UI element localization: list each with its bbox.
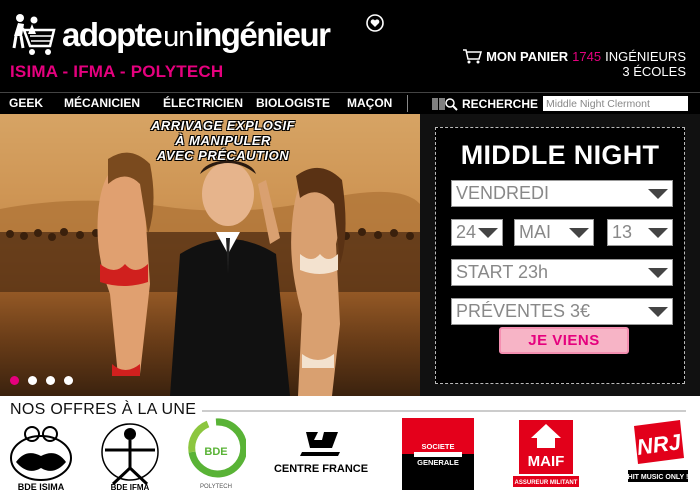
date-month-select[interactable]: MAI (514, 219, 594, 246)
nav-item-biologiste[interactable]: BIOLOGISTE (256, 93, 330, 114)
presale-value: PRÉVENTES 3€ (456, 301, 591, 321)
logo-word-un: un (163, 21, 194, 53)
sponsor-maif-tagline: ASSUREUR MILITANT (515, 480, 578, 486)
day-select[interactable]: VENDREDI (451, 180, 673, 207)
sponsor-maif-logo[interactable]: MAIF ASSUREUR MILITANT (511, 418, 581, 493)
sponsor-maif-label: MAIF (528, 453, 565, 470)
carousel-dot-3[interactable] (46, 376, 55, 385)
date-day-select[interactable]: 24 (451, 219, 503, 246)
cart-couple-icon (12, 14, 56, 55)
tagline-line-2: À MANIPULER (175, 133, 271, 148)
cart-count: 1745 (572, 48, 602, 64)
date-day-value: 24 (456, 222, 477, 242)
nav-item-macon[interactable]: MAÇON (347, 93, 392, 114)
carousel-dot-4[interactable] (64, 376, 73, 385)
search-barcode-icon (432, 97, 458, 111)
chevron-down-icon (478, 228, 498, 238)
schools-subtitle: ISIMA - IFMA - POLYTECH (10, 62, 224, 81)
date-year-select[interactable]: 13 (607, 219, 673, 246)
date-year-value: 13 (612, 222, 633, 242)
sponsor-bde-ifma-logo[interactable]: BDE IFMA (97, 418, 163, 493)
hero-section: ARRIVAGE EXPLOSIF À MANIPULER AVEC PRÉCA… (0, 114, 700, 396)
chevron-down-icon (648, 307, 668, 317)
banner-tagline: ARRIVAGE EXPLOSIF À MANIPULER AVEC PRÉCA… (128, 118, 318, 163)
offers-title: NOS OFFRES À LA UNE (10, 401, 197, 418)
chevron-down-icon (648, 268, 668, 278)
sponsor-polytech-label: POLYTECH (200, 484, 232, 490)
chevron-down-icon (569, 228, 589, 238)
shopping-cart-icon (463, 49, 483, 64)
sponsor-societe-generale-logo[interactable]: SOCIETE GENERALE (402, 418, 474, 493)
sponsor-logos: BDE ISIMA BDE IFMA BDE POLYTECH CENTRE F… (0, 418, 700, 495)
carousel-dot-1[interactable] (10, 376, 19, 385)
date-month-value: MAI (519, 222, 552, 242)
event-title: MIDDLE NIGHT (460, 140, 660, 170)
cart-label: MON PANIER (486, 48, 569, 64)
cart-schools-count: 3 ÉCOLES (622, 64, 686, 79)
sponsor-nrj-logo[interactable]: NRJ HIT MUSIC ONLY ! (624, 418, 690, 493)
nav-item-mecanicien[interactable]: MÉCANICIEN (64, 93, 140, 114)
presale-select[interactable]: PRÉVENTES 3€ (451, 298, 673, 325)
cart-summary[interactable]: MON PANIER 1745 INGÉNIEURS 3 ÉCOLES (462, 48, 686, 79)
nav-divider (407, 95, 408, 112)
logo-word-ingenieur: ingénieur (194, 16, 331, 53)
chevron-down-icon (648, 228, 668, 238)
cart-count-unit: INGÉNIEURS (605, 48, 686, 64)
search-input[interactable] (543, 96, 688, 111)
nav-item-geek[interactable]: GEEK (9, 93, 43, 114)
tagline-line-3: AVEC PRÉCAUTION (156, 148, 290, 163)
sponsor-sg-label-2: GENERALE (417, 458, 459, 467)
sponsor-bde-polytech-logo[interactable]: BDE POLYTECH (186, 418, 246, 493)
nav-item-electricien[interactable]: ÉLECTRICIEN (163, 93, 243, 114)
start-time-select[interactable]: START 23h (451, 259, 673, 286)
carousel-dot-2[interactable] (28, 376, 37, 385)
logo-word-adopte: adopte (62, 16, 163, 53)
sponsor-bde-isima-logo[interactable]: BDE ISIMA (6, 418, 76, 493)
heart-icon (366, 14, 384, 32)
start-time-value: START 23h (456, 262, 549, 282)
event-booking-panel: MIDDLE NIGHT VENDREDI 24 MAI 13 START 23… (435, 127, 685, 384)
carousel-dots (10, 376, 73, 385)
sponsor-bde-isima-label: BDE ISIMA (18, 482, 65, 492)
sponsor-polytech-bde-label: BDE (204, 446, 227, 458)
main-nav: GEEK MÉCANICIEN ÉLECTRICIEN BIOLOGISTE M… (0, 92, 700, 114)
offers-divider (202, 410, 686, 412)
sponsor-sg-label-1: SOCIETE (422, 442, 455, 451)
sponsor-centre-france-logo[interactable]: CENTRE FRANCE (266, 418, 376, 493)
sponsor-bde-ifma-label: BDE IFMA (111, 483, 150, 492)
site-header: adopte un ingénieur ISIMA - IFMA - POLYT… (0, 0, 700, 92)
sponsor-nrj-tagline: HIT MUSIC ONLY ! (628, 474, 689, 481)
tagline-line-1: ARRIVAGE EXPLOSIF (150, 118, 296, 133)
search-label-text: RECHERCHE (462, 96, 539, 111)
day-select-value: VENDREDI (456, 183, 550, 203)
chevron-down-icon (648, 189, 668, 199)
sponsor-centre-france-label: CENTRE FRANCE (274, 463, 368, 475)
search-label: RECHERCHE (432, 93, 538, 114)
site-logo[interactable]: adopte un ingénieur (10, 10, 331, 60)
attend-button[interactable]: JE VIENS (499, 327, 629, 354)
promo-banner[interactable]: ARRIVAGE EXPLOSIF À MANIPULER AVEC PRÉCA… (0, 114, 420, 396)
